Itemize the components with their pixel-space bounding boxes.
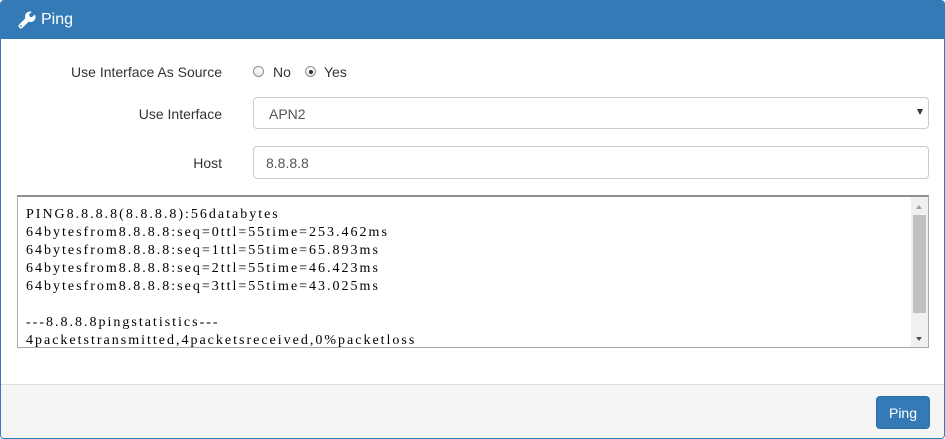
radio-yes[interactable] [305,66,316,77]
scroll-up-icon[interactable] [916,205,922,209]
interface-label: Use Interface [138,106,222,122]
output-line: 64bytesfrom8.8.8.8:seq=0ttl=55time=253.4… [26,225,389,240]
radio-yes-label[interactable]: Yes [324,64,347,81]
output-line: 64bytesfrom8.8.8.8:seq=1ttl=55time=65.89… [26,243,380,258]
output-line: PING8.8.8.8(8.8.8.8):56databytes [26,207,280,222]
output-scrollbar[interactable] [911,197,928,347]
ping-output[interactable]: PING8.8.8.8(8.8.8.8):56databytes 64bytes… [17,195,929,348]
output-line: 64bytesfrom8.8.8.8:seq=2ttl=55time=46.42… [26,261,380,276]
ping-button[interactable]: Ping [876,396,930,429]
chevron-down-icon [917,109,923,115]
source-label: Use Interface As Source [71,64,222,80]
panel-heading: Ping [1,1,944,39]
ping-panel: Ping Use Interface As Source No Yes Use … [0,0,945,439]
output-line: 4packetstransmitted,4packetsreceived,0%p… [26,333,417,348]
scroll-thumb[interactable] [913,215,926,313]
radio-no[interactable] [253,66,264,77]
radio-no-label[interactable]: No [273,64,291,81]
host-row: Host [1,146,944,179]
wrench-icon [18,11,36,29]
output-line: ---8.8.8.8pingstatistics--- [26,315,220,330]
host-input[interactable] [253,146,929,179]
interface-select[interactable]: APN2 [253,97,929,129]
source-row: Use Interface As Source No Yes [1,63,944,83]
interface-select-value: APN2 [269,106,306,122]
panel-footer: Ping [1,384,944,438]
ping-output-text: PING8.8.8.8(8.8.8.8):56databytes 64bytes… [26,206,906,348]
host-label: Host [193,155,222,171]
output-line: 64bytesfrom8.8.8.8:seq=3ttl=55time=43.02… [26,279,380,294]
panel-title: Ping [41,11,74,28]
interface-row: Use Interface APN2 [1,97,944,129]
scroll-down-icon[interactable] [916,337,922,341]
